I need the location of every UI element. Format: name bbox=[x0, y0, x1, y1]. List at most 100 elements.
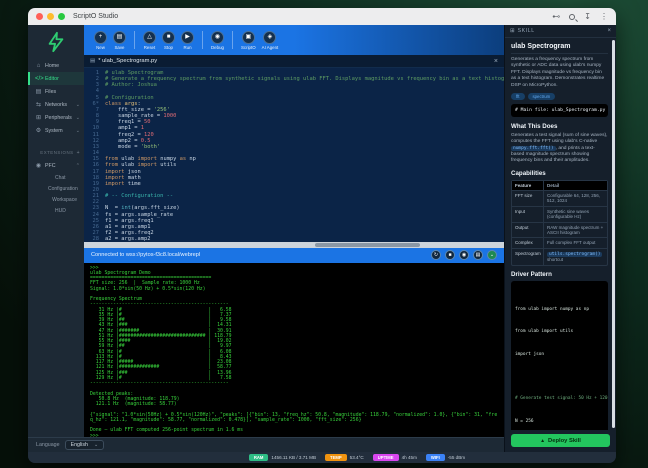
status-badge-value: 53.4°C bbox=[350, 455, 364, 460]
detail-cell: Full complex FFT output bbox=[544, 238, 607, 247]
editor-tab-bar: ▤ * ulab_Spectrogram.py × bbox=[84, 55, 504, 68]
sidebar-item[interactable]: ▤ Files bbox=[28, 85, 84, 98]
search-icon[interactable] bbox=[569, 14, 575, 20]
toolbar-button[interactable] bbox=[202, 31, 203, 49]
toolbar-button[interactable]: ▣ ScriptO bbox=[241, 31, 256, 50]
detail-cell: Synthetic sine waves (configurable Hz) bbox=[544, 207, 607, 222]
deploy-label: Deploy Skill bbox=[548, 438, 581, 444]
panel-scrollbar[interactable] bbox=[612, 40, 615, 428]
column-feature: Feature bbox=[512, 181, 544, 190]
sidebar-item[interactable]: ◉ PFC ⌃ bbox=[28, 159, 84, 172]
sidebar-item[interactable]: EXTENSIONS + bbox=[28, 146, 84, 159]
sidebar-item[interactable]: </> Editor bbox=[28, 72, 84, 85]
terminal-output[interactable]: >>> ulab Spectrogram Demo ==============… bbox=[84, 263, 504, 438]
sidebar-item-label: HUD bbox=[55, 208, 66, 214]
feature-cell: Complex bbox=[512, 238, 544, 247]
sidebar-item[interactable]: ⚙ System ⌄ bbox=[28, 124, 84, 137]
sidebar-item[interactable]: ⌂ Home bbox=[28, 59, 84, 72]
toolbar-button-icon: ▤ bbox=[117, 34, 123, 40]
chevron-icon: ⌄ bbox=[76, 115, 80, 121]
status-badge-label: TEMP bbox=[325, 454, 347, 461]
connection-button[interactable]: ⌄ bbox=[487, 250, 497, 260]
toolbar-button-icon: ▶ bbox=[185, 34, 190, 40]
skill-panel-content: ulab Spectrogram Generates a frequency s… bbox=[505, 38, 616, 430]
skill-description: Generates a frequency spectrum from synt… bbox=[511, 57, 608, 89]
key-icon[interactable]: ⊷ bbox=[552, 13, 560, 21]
status-bar: RAM 1456.11 KB / 3.71 MB TEMP 53.4°C UPT… bbox=[28, 452, 616, 463]
toolbar-button[interactable]: ◈ AI Agent bbox=[262, 31, 279, 50]
close-panel-icon[interactable]: × bbox=[607, 28, 611, 34]
toolbar-button[interactable]: △ Reset bbox=[143, 31, 156, 50]
menu-icon[interactable]: ⋮ bbox=[600, 13, 608, 21]
connection-button[interactable]: ▤ bbox=[473, 250, 483, 260]
toolbar-button-label: Debug bbox=[211, 45, 224, 50]
code-line: # Generate test signal: 50 Hz + 120 Hz bbox=[515, 396, 604, 402]
toolbar-button-label: ScriptO bbox=[241, 45, 256, 50]
close-window-button[interactable] bbox=[36, 13, 43, 20]
sidebar-nav: ⌂ Home </> Editor bbox=[28, 59, 84, 216]
code-editor[interactable]: 1# ulab Spectrogram2# Generate a frequen… bbox=[84, 68, 504, 242]
toolbar-button-icon: ■ bbox=[167, 34, 171, 40]
toolbar-button[interactable] bbox=[232, 31, 233, 49]
sidebar-item[interactable]: ⇆ Networks ⌄ bbox=[28, 98, 84, 111]
toolbar-button[interactable]: ◉ Debug bbox=[211, 31, 224, 50]
download-icon[interactable]: ↧ bbox=[584, 13, 591, 21]
toolbar-button[interactable]: ■ Stop bbox=[162, 31, 175, 50]
toolbar-button-icon: △ bbox=[147, 34, 152, 40]
deploy-icon: ▲ bbox=[540, 438, 545, 444]
sidebar-item-icon: ⌂ bbox=[35, 63, 42, 69]
editor-column: + New ▤ Save bbox=[84, 25, 504, 437]
close-tab-icon[interactable]: × bbox=[494, 58, 498, 65]
language-select[interactable]: English ⌄ bbox=[65, 440, 105, 450]
sidebar-item-icon: ⊞ bbox=[35, 114, 42, 121]
table-row: FFT size Configurable 64, 128, 256, 512,… bbox=[512, 190, 607, 206]
code-line bbox=[515, 374, 604, 380]
sidebar-item[interactable]: Configuration bbox=[28, 183, 84, 194]
feature-cell: Input bbox=[512, 207, 544, 222]
toolbar-button-label: Save bbox=[114, 45, 124, 50]
toolbar-button[interactable]: ▤ Save bbox=[113, 31, 126, 50]
toolbar-button[interactable]: ▶ Run bbox=[181, 31, 194, 50]
app-logo bbox=[28, 25, 84, 59]
capabilities-table: Feature Detail FFT size Configurable 64,… bbox=[511, 180, 608, 266]
detail-cell: RAW magnitude spectrum + ASCII histogram bbox=[544, 223, 607, 238]
sidebar-item-label: Editor bbox=[45, 76, 59, 82]
status-badge: RAM 1456.11 KB / 3.71 MB bbox=[249, 454, 316, 461]
status-badge-label: UPTIME bbox=[373, 454, 399, 461]
zoom-window-button[interactable] bbox=[58, 13, 65, 20]
toolbar-button-label: New bbox=[96, 45, 105, 50]
toolbar-button-label: Stop bbox=[164, 45, 173, 50]
chevron-down-icon: ⌄ bbox=[94, 442, 98, 448]
skill-panel-title: SKILL bbox=[518, 28, 535, 34]
skill-tag: fft bbox=[511, 93, 525, 100]
scrollbar-thumb[interactable] bbox=[315, 243, 420, 247]
connection-button[interactable]: ◉ bbox=[459, 250, 469, 260]
editor-tab[interactable]: * ulab_Spectrogram.py bbox=[98, 58, 157, 64]
sidebar-item[interactable]: Workspace bbox=[28, 194, 84, 205]
deploy-skill-button[interactable]: ▲ Deploy Skill bbox=[511, 434, 610, 447]
skill-icon: ⊞ bbox=[510, 28, 515, 34]
inline-code-chip: numpy.fft.fft() bbox=[511, 146, 556, 151]
minimize-window-button[interactable] bbox=[47, 13, 54, 20]
detail-cell: Configurable 64, 128, 256, 512, 1024 bbox=[544, 191, 607, 206]
sidebar-item[interactable]: ⊞ Peripherals ⌄ bbox=[28, 111, 84, 124]
sidebar-item-icon: ⇆ bbox=[35, 101, 42, 108]
toolbar-button[interactable]: + New bbox=[94, 31, 107, 50]
sidebar-item-label: Networks bbox=[45, 102, 67, 108]
toolbar-button[interactable] bbox=[134, 31, 135, 49]
editor-horizontal-scrollbar[interactable] bbox=[84, 242, 504, 248]
connection-button-icon: ↻ bbox=[434, 253, 438, 258]
column-detail: Detail bbox=[544, 181, 607, 190]
connection-button[interactable]: ↻ bbox=[431, 250, 441, 260]
connection-button-icon: ▤ bbox=[476, 253, 481, 258]
capabilities-header-row: Feature Detail bbox=[512, 181, 607, 190]
status-badge-label: RAM bbox=[249, 454, 269, 461]
sidebar-item[interactable]: Chat bbox=[28, 172, 84, 183]
sidebar-item[interactable]: HUD bbox=[28, 205, 84, 216]
toolbar-button-icon: ▣ bbox=[245, 34, 251, 40]
window-title: ScriptO Studio bbox=[73, 13, 118, 20]
table-row: Complex Full complex FFT output bbox=[512, 237, 607, 247]
sidebar: ⌂ Home </> Editor bbox=[28, 25, 84, 437]
what-this-does-text: Generates a test signal (sum of sine wav… bbox=[511, 133, 608, 164]
connection-button[interactable]: ■ bbox=[445, 250, 455, 260]
